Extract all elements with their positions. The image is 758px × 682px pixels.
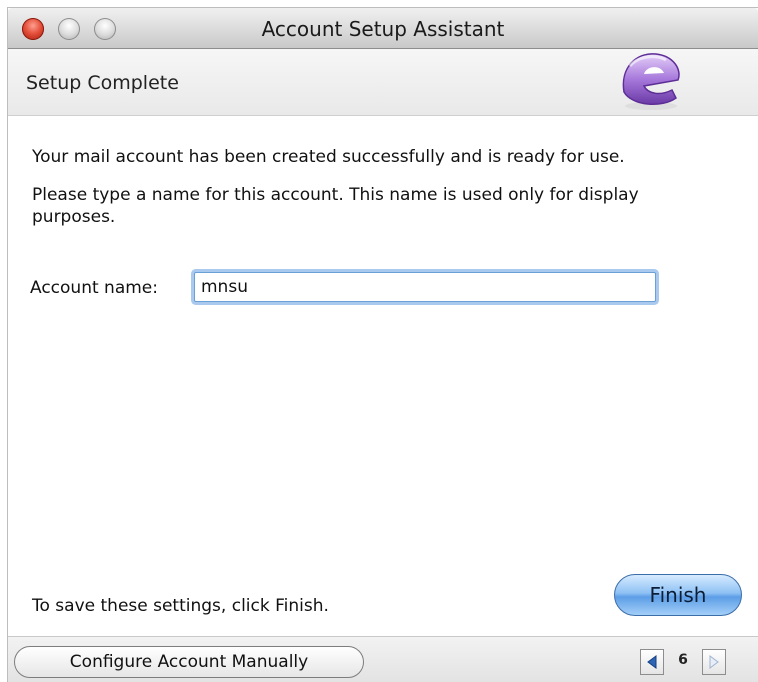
triangle-right-icon <box>709 655 719 669</box>
page-number: 6 <box>678 652 688 668</box>
save-hint-text: To save these settings, click Finish. <box>32 596 329 616</box>
success-message: Your mail account has been created succe… <box>32 147 625 167</box>
account-name-input[interactable] <box>194 272 656 302</box>
bottom-bar: Configure Account Manually 6 <box>8 637 758 682</box>
account-name-label: Account name: <box>30 278 158 298</box>
next-page-button[interactable] <box>702 649 726 675</box>
previous-page-button[interactable] <box>640 649 664 675</box>
triangle-left-icon <box>647 655 657 669</box>
page-title: Setup Complete <box>26 72 179 94</box>
configure-account-manually-button[interactable]: Configure Account Manually <box>14 646 364 678</box>
content-area: Your mail account has been created succe… <box>32 146 752 244</box>
title-bar[interactable]: Account Setup Assistant <box>8 8 758 49</box>
window-title: Account Setup Assistant <box>261 17 505 41</box>
finish-button[interactable]: Finish <box>614 574 742 616</box>
setup-assistant-window: Account Setup Assistant Setup Complete Y… <box>8 8 758 682</box>
instruction-text: Please type a name for this account. Thi… <box>32 185 639 227</box>
entourage-logo-icon <box>622 53 680 110</box>
